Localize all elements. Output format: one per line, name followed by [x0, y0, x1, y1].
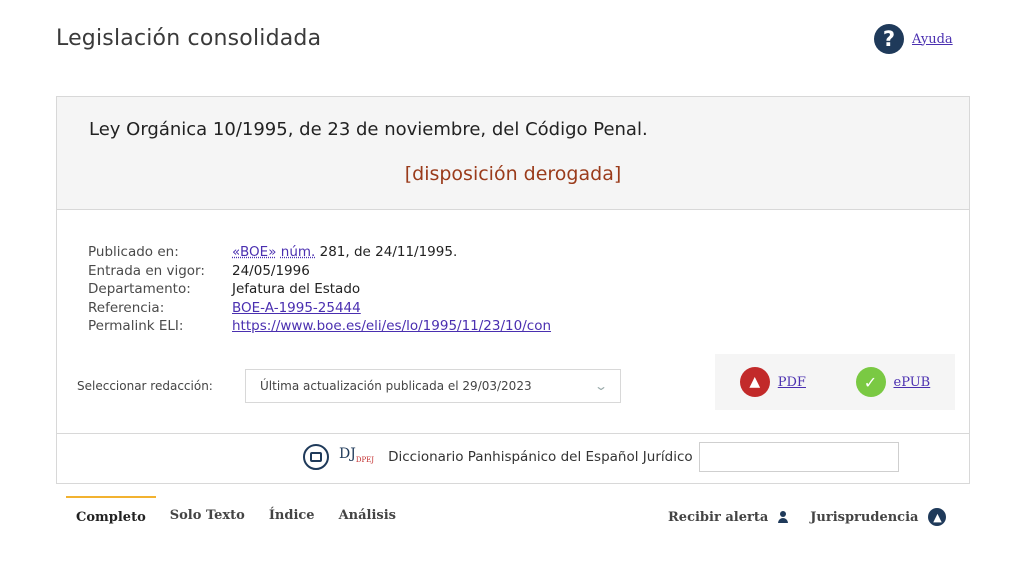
pdf-icon[interactable]: ▲ [739, 367, 770, 397]
status-badge: [disposición derogada] [404, 163, 622, 185]
law-card: Ley Orgánica 10/1995, de 23 de noviembre… [56, 96, 970, 484]
law-header: Ley Orgánica 10/1995, de 23 de noviembre… [57, 97, 969, 210]
tab-solo-texto[interactable]: Solo Texto [160, 496, 255, 531]
redaccion-selected: Última actualización publicada el 29/03/… [260, 379, 532, 393]
user-icon [778, 511, 789, 523]
epub-link[interactable]: ePUB [894, 375, 931, 390]
help-link[interactable]: ? Ayuda [874, 24, 953, 54]
pdf-download[interactable]: ▲ PDF [739, 367, 806, 397]
dictionary-icon[interactable] [303, 444, 329, 470]
law-metadata: Publicado en: «BOE» núm. 281, de 24/11/1… [88, 243, 551, 336]
page-title: Legislación consolidada [56, 26, 322, 51]
boe-abbr[interactable]: «BOE» [232, 244, 276, 260]
vigor-label: Entrada en vigor: [88, 262, 205, 279]
dictionary-bar: DJDPEJ Diccionario Panhispánico del Espa… [57, 433, 969, 484]
dpej-logo: DJDPEJ [339, 446, 375, 464]
publicado-value: «BOE» núm. 281, de 24/11/1995. [232, 243, 457, 262]
referencia-link[interactable]: BOE-A-1995-25444 [232, 300, 361, 316]
jurisprudencia-button[interactable]: Jurisprudencia ▲ [810, 508, 947, 526]
publicado-label: Publicado en: [88, 244, 179, 260]
tab-indice[interactable]: Índice [259, 496, 325, 531]
permalink-link[interactable]: https://www.boe.es/eli/es/lo/1995/11/23/… [232, 318, 551, 334]
help-link-label[interactable]: Ayuda [912, 32, 953, 47]
tab-completo[interactable]: Completo [66, 496, 156, 531]
epub-icon[interactable]: ✓ [855, 367, 886, 397]
departamento-value: Jefatura del Estado [232, 281, 361, 297]
num-abbr[interactable]: núm. [281, 244, 316, 260]
recibir-alerta-label: Recibir alerta [668, 509, 769, 525]
dictionary-search-input[interactable] [698, 442, 899, 472]
epub-download[interactable]: ✓ ePUB [855, 367, 931, 397]
redaccion-label: Seleccionar redacción: [77, 379, 213, 393]
law-title: Ley Orgánica 10/1995, de 23 de noviembre… [89, 119, 648, 140]
downloads-panel: ▲ PDF ✓ ePUB [715, 354, 955, 410]
permalink-label: Permalink ELI: [88, 318, 184, 334]
chevron-down-icon: ⌄ [593, 379, 609, 393]
jurisprudencia-icon: ▲ [928, 508, 947, 526]
departamento-label: Departamento: [88, 281, 191, 297]
recibir-alerta-button[interactable]: Recibir alerta [668, 508, 789, 526]
publicado-rest: 281, de 24/11/1995. [315, 244, 458, 260]
right-actions: Recibir alerta Jurisprudencia ▲ [668, 508, 947, 526]
help-icon[interactable]: ? [874, 24, 904, 54]
redaccion-select[interactable]: Última actualización publicada el 29/03/… [245, 369, 621, 403]
vigor-value: 24/05/1996 [232, 262, 310, 279]
tab-analisis[interactable]: Análisis [329, 496, 406, 531]
jurisprudencia-label: Jurisprudencia [810, 509, 919, 525]
view-tabs: Completo Solo Texto Índice Análisis [66, 496, 410, 531]
referencia-label: Referencia: [88, 299, 165, 316]
dictionary-label: Diccionario Panhispánico del Español Jur… [388, 449, 693, 465]
pdf-link[interactable]: PDF [778, 375, 806, 390]
redaccion-selector: Seleccionar redacción: Última actualizac… [77, 369, 621, 403]
